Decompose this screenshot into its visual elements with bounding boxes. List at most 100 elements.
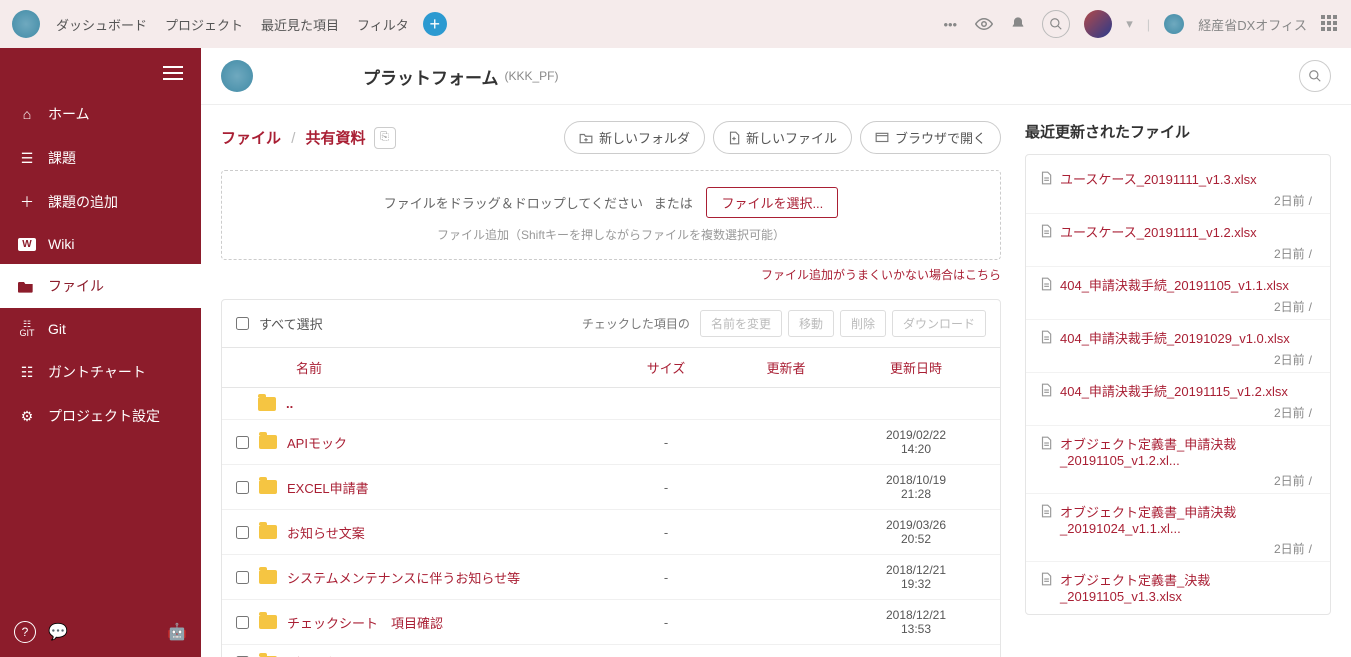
- project-key: (KKK_PF): [505, 69, 559, 83]
- chevron-down-icon[interactable]: ▾: [1126, 16, 1133, 32]
- recent-item: 404_申請決裁手続_20191115_v1.2.xlsx2日前/: [1026, 373, 1330, 426]
- android-icon[interactable]: 🤖: [167, 622, 187, 642]
- col-size[interactable]: サイズ: [606, 358, 726, 377]
- global-add-button[interactable]: +: [423, 12, 447, 36]
- upload-fallback-link[interactable]: ファイル追加がうまくいかない場合はこちら: [221, 266, 1001, 283]
- sidebar-item-settings[interactable]: ⚙プロジェクト設定: [0, 394, 201, 438]
- row-name-link[interactable]: データ化: [287, 653, 606, 657]
- recent-file-link[interactable]: オブジェクト定義書_決裁_20191105_v1.3.xlsx: [1040, 570, 1316, 604]
- nav-recent[interactable]: 最近見た項目: [261, 15, 339, 34]
- folder-icon: [259, 435, 277, 449]
- recent-title: 最近更新されたファイル: [1025, 121, 1331, 142]
- open-browser-button[interactable]: ブラウザで開く: [860, 121, 1001, 154]
- recent-file-link[interactable]: 404_申請決裁手続_20191029_v1.0.xlsx: [1040, 328, 1316, 347]
- sidebar-item-git[interactable]: ☷GITGit: [0, 308, 201, 350]
- project-logo[interactable]: [221, 60, 253, 92]
- table-row-up[interactable]: ..: [222, 388, 1000, 420]
- sidebar-item-wiki[interactable]: WWiki: [0, 224, 201, 264]
- recent-file-link[interactable]: オブジェクト定義書_申請決裁_20191024_v1.1.xl...: [1040, 502, 1316, 536]
- recent-item-age: 2日前/: [1040, 540, 1316, 557]
- breadcrumb: ファイル / 共有資料: [221, 127, 366, 148]
- move-button[interactable]: 移動: [788, 310, 834, 337]
- row-updated: 2018/12/2119:32: [846, 563, 986, 591]
- recent-file-link[interactable]: 404_申請決裁手続_20191115_v1.2.xlsx: [1040, 381, 1316, 400]
- table-row: チェックシート 項目確認-2018/12/2113:53: [222, 600, 1000, 645]
- nav-dashboard[interactable]: ダッシュボード: [56, 15, 147, 34]
- sidebar-item-gantt[interactable]: ☷ガントチャート: [0, 350, 201, 394]
- list-icon: ☰: [18, 150, 36, 167]
- new-folder-button[interactable]: 新しいフォルダ: [564, 121, 705, 154]
- recent-item: ユースケース_20191111_v1.2.xlsx2日前/: [1026, 214, 1330, 267]
- sidebar: ⌂ ホーム ☰課題 ＋課題の追加 WWiki ファイル ☷GITGit ☷ガントチ…: [0, 48, 201, 657]
- row-name-link[interactable]: APIモック: [287, 433, 606, 452]
- new-file-button[interactable]: 新しいファイル: [713, 121, 852, 154]
- recent-file-link[interactable]: ユースケース_20191111_v1.2.xlsx: [1040, 222, 1316, 241]
- org-logo[interactable]: [1164, 14, 1184, 34]
- sidebar-item-home[interactable]: ⌂ ホーム: [0, 92, 201, 136]
- help-icon[interactable]: ?: [14, 621, 36, 643]
- sidebar-item-label: ホーム: [48, 104, 90, 124]
- nav-filter[interactable]: フィルタ: [357, 15, 409, 34]
- recent-item: ユースケース_20191111_v1.3.xlsx2日前/: [1026, 161, 1330, 214]
- select-all-checkbox[interactable]: [236, 317, 249, 330]
- notification-icon[interactable]: [1008, 14, 1028, 34]
- sidebar-toggle[interactable]: [145, 48, 201, 92]
- wiki-icon: W: [18, 238, 36, 251]
- delete-button[interactable]: 削除: [840, 310, 886, 337]
- chat-icon[interactable]: 💬: [48, 622, 68, 642]
- breadcrumb-current: 共有資料: [306, 130, 366, 147]
- row-name-link[interactable]: チェックシート 項目確認: [287, 613, 606, 632]
- top-nav: ダッシュボード プロジェクト 最近見た項目 フィルタ: [56, 15, 409, 34]
- document-icon: [1040, 572, 1052, 586]
- row-name-link[interactable]: EXCEL申請書: [287, 478, 606, 497]
- row-updated: 2018/10/1921:28: [846, 473, 986, 501]
- col-updater[interactable]: 更新者: [726, 358, 846, 377]
- row-up-link[interactable]: ..: [286, 396, 606, 411]
- row-updated: 2019/03/2620:52: [846, 518, 986, 546]
- sidebar-item-issues[interactable]: ☰課題: [0, 136, 201, 180]
- gantt-icon: ☷: [18, 364, 36, 381]
- clipboard-icon[interactable]: ⎘: [374, 127, 396, 149]
- global-search-button[interactable]: [1042, 10, 1070, 38]
- org-name[interactable]: 経産省DXオフィス: [1198, 15, 1307, 34]
- recent-item-age: 2日前/: [1040, 351, 1316, 368]
- row-checkbox[interactable]: [236, 481, 249, 494]
- dropzone[interactable]: ファイルをドラッグ＆ドロップしてください または ファイルを選択... ファイル…: [221, 170, 1001, 260]
- row-checkbox[interactable]: [236, 526, 249, 539]
- document-icon: [1040, 277, 1052, 291]
- row-checkbox[interactable]: [236, 571, 249, 584]
- table-row: システムメンテナンスに伴うお知らせ等-2018/12/2119:32: [222, 555, 1000, 600]
- recent-file-link[interactable]: オブジェクト定義書_申請決裁_20191105_v1.2.xl...: [1040, 434, 1316, 468]
- recent-file-link[interactable]: ユースケース_20191111_v1.3.xlsx: [1040, 169, 1316, 188]
- plus-icon: ＋: [18, 192, 36, 212]
- app-logo[interactable]: [12, 10, 40, 38]
- user-avatar[interactable]: [1084, 10, 1112, 38]
- apps-icon[interactable]: [1321, 15, 1339, 33]
- row-checkbox[interactable]: [236, 436, 249, 449]
- sidebar-item-files[interactable]: ファイル: [0, 264, 201, 308]
- recent-item-age: 2日前/: [1040, 298, 1316, 315]
- sidebar-item-label: Git: [48, 321, 66, 337]
- checked-items-label: チェックした項目の: [582, 315, 690, 332]
- sidebar-item-add-issue[interactable]: ＋課題の追加: [0, 180, 201, 224]
- download-button[interactable]: ダウンロード: [892, 310, 986, 337]
- more-icon[interactable]: •••: [940, 14, 960, 34]
- dropzone-hint: ファイル追加（Shiftキーを押しながらファイルを複数選択可能）: [238, 226, 984, 243]
- folder-icon: [259, 615, 277, 629]
- document-icon: [1040, 330, 1052, 344]
- col-name[interactable]: 名前: [236, 358, 606, 377]
- row-checkbox[interactable]: [236, 616, 249, 629]
- rename-button[interactable]: 名前を変更: [700, 310, 782, 337]
- project-search-button[interactable]: [1299, 60, 1331, 92]
- row-name-link[interactable]: お知らせ文案: [287, 523, 606, 542]
- breadcrumb-root[interactable]: ファイル: [221, 130, 281, 147]
- watch-icon[interactable]: [974, 14, 994, 34]
- col-updated[interactable]: 更新日時: [846, 358, 986, 377]
- row-name-link[interactable]: システムメンテナンスに伴うお知らせ等: [287, 568, 606, 587]
- home-icon: ⌂: [18, 106, 36, 122]
- recent-file-link[interactable]: 404_申請決裁手続_20191105_v1.1.xlsx: [1040, 275, 1316, 294]
- file-select-button[interactable]: ファイルを選択...: [706, 187, 838, 218]
- nav-projects[interactable]: プロジェクト: [165, 15, 243, 34]
- row-updated: 2019/02/2214:20: [846, 428, 986, 456]
- row-updated: 2018/12/2113:53: [846, 608, 986, 636]
